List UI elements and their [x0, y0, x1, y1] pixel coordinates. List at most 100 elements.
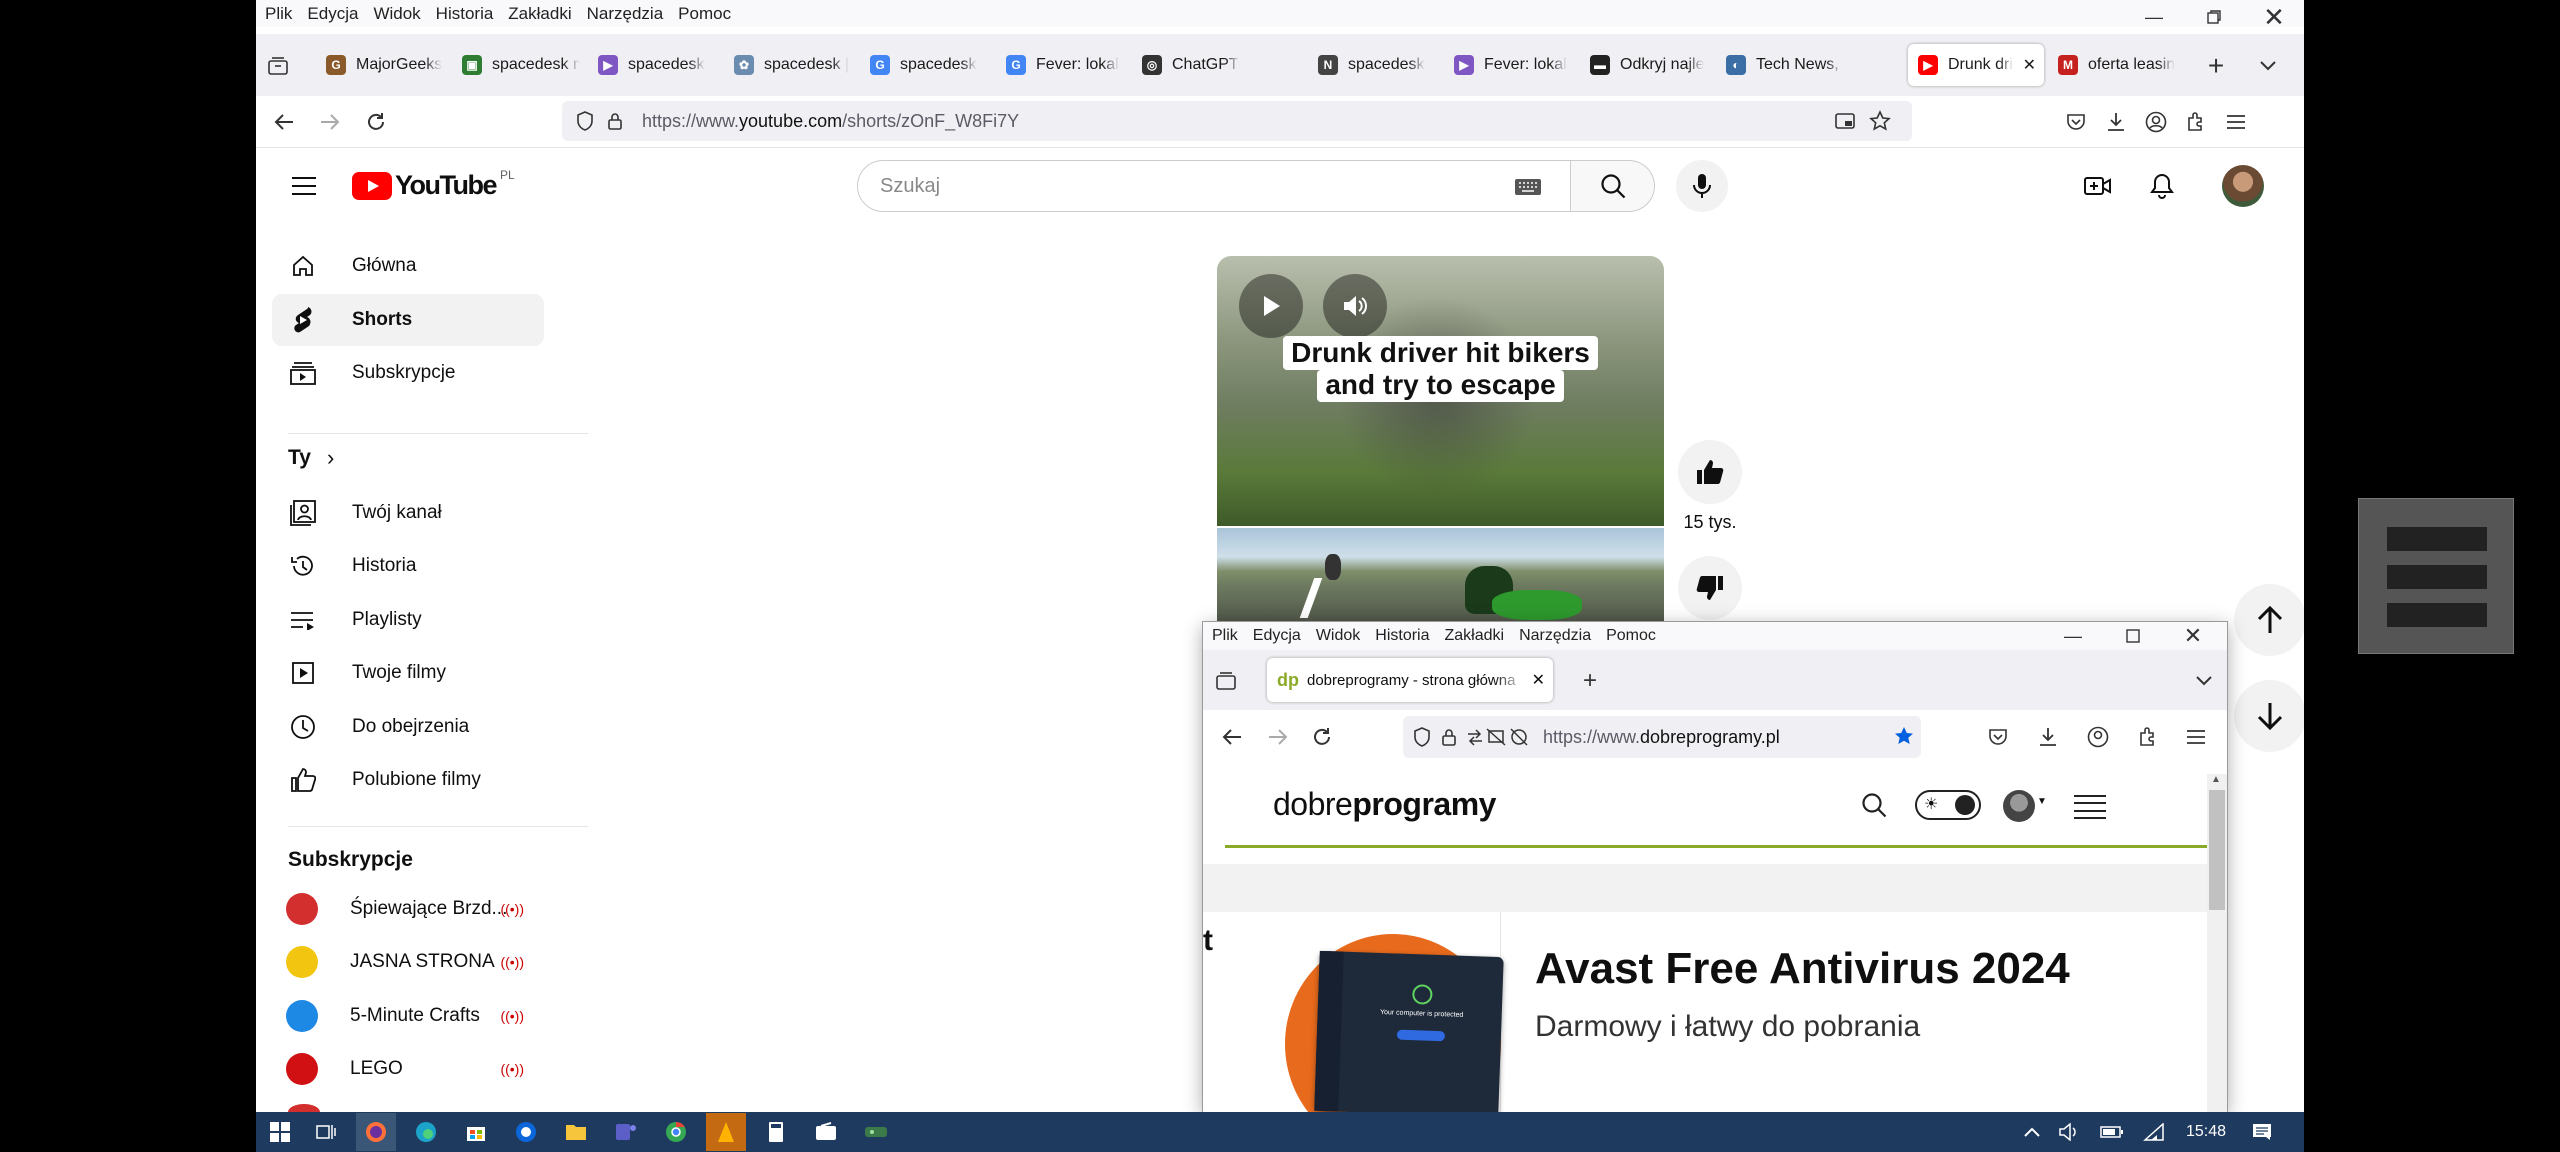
downloads-icon[interactable] — [2100, 106, 2132, 138]
dislike-button[interactable] — [1678, 556, 1742, 620]
short-video-player[interactable]: Drunk driver hit bikers and try to escap… — [1217, 256, 1664, 624]
dp-menu-icon[interactable] — [2073, 792, 2107, 822]
blue-app-taskbar-icon[interactable] — [506, 1113, 546, 1151]
search-button[interactable] — [1571, 160, 1655, 212]
browser-tab[interactable]: ✿ spacedesk | — [724, 44, 852, 86]
popup-menu-zakladki[interactable]: Zakładki — [1445, 627, 1505, 645]
battery-tray-icon[interactable] — [2092, 1113, 2132, 1151]
dp-search-icon[interactable] — [1859, 790, 1889, 820]
dp-avatar-caret-icon[interactable]: ▼ — [2037, 796, 2047, 807]
popup-account-icon[interactable] — [2083, 722, 2113, 752]
browser-tab[interactable]: ▶ Fever: lokal — [1444, 44, 1572, 86]
browser-tab[interactable]: ▶ spacedesk — [588, 44, 716, 86]
edge-taskbar-icon[interactable] — [406, 1113, 446, 1151]
browser-tab[interactable]: ▣ spacedesk n — [452, 44, 580, 86]
popup-forward-icon[interactable] — [1263, 722, 1293, 752]
popup-menu-edycja[interactable]: Edycja — [1253, 627, 1301, 645]
popup-extensions-icon[interactable] — [2133, 722, 2163, 752]
popup-bookmark-star-icon[interactable] — [1893, 725, 1915, 752]
browser-tab[interactable]: ◎ ChatGPT — [1132, 44, 1300, 86]
menu-edycja[interactable]: Edycja — [307, 4, 358, 24]
dp-user-avatar[interactable] — [2003, 790, 2035, 822]
sidebar-item-subscriptions[interactable]: Subskrypcje — [272, 347, 544, 399]
sidebar-item-home[interactable]: Główna — [272, 240, 544, 292]
tab-overview-icon[interactable] — [260, 48, 296, 84]
volume-button[interactable] — [1323, 274, 1387, 338]
floating-menu-button[interactable] — [2358, 498, 2514, 654]
teams-taskbar-icon[interactable] — [606, 1113, 646, 1151]
popup-minimize-icon[interactable]: — — [2043, 622, 2103, 650]
store-taskbar-icon[interactable] — [456, 1113, 496, 1151]
popup-pocket-icon[interactable] — [1983, 722, 2013, 752]
popup-lock-icon[interactable] — [1441, 728, 1457, 746]
calculator-taskbar-icon[interactable] — [756, 1113, 796, 1151]
popup-close-icon[interactable]: ✕ — [2163, 622, 2223, 650]
browser-tab[interactable]: Nspacedesk — [1308, 44, 1436, 86]
sidebar-you-header[interactable]: Ty › — [288, 445, 334, 471]
picture-in-picture-icon[interactable] — [1834, 111, 1856, 131]
new-tab-icon[interactable]: + — [2196, 46, 2236, 86]
green-app-taskbar-icon[interactable] — [856, 1113, 896, 1151]
avatar[interactable] — [2222, 165, 2264, 207]
browser-tab[interactable]: Gspacedesk — [860, 44, 988, 86]
next-short-button[interactable] — [2234, 680, 2304, 752]
popup-menu-plik[interactable]: Plik — [1212, 627, 1238, 645]
subscription-item[interactable]: 5-Minute Crafts ((•)) — [272, 990, 544, 1042]
scroll-up-icon[interactable]: ▲ — [2211, 774, 2221, 785]
vlc-taskbar-icon[interactable] — [706, 1113, 746, 1151]
popup-menu-historia[interactable]: Historia — [1375, 627, 1429, 645]
browser-tab[interactable]: ▶ Drunk dri ✕ — [1908, 44, 2044, 86]
browser-tab[interactable]: G Fever: lokal — [996, 44, 1124, 86]
extensions-icon[interactable] — [2180, 106, 2212, 138]
avast-app-screenshot[interactable]: Your computer is protected — [1314, 950, 1504, 1112]
browser-tab[interactable]: ◐ Tech News, I — [1716, 44, 1844, 86]
shield-icon[interactable] — [568, 111, 602, 131]
popup-back-icon[interactable] — [1217, 722, 1247, 752]
browser-tab[interactable]: ▬ Odkryj najle — [1580, 44, 1708, 86]
popup-scrollbar[interactable]: ▲ — [2207, 774, 2227, 1112]
sidebar-item-video[interactable]: Twoje filmy — [272, 647, 544, 699]
popup-new-tab-icon[interactable]: + — [1575, 666, 1605, 696]
show-hidden-icons-chevron-up-icon[interactable] — [2012, 1113, 2052, 1151]
popup-permissions-icon[interactable] — [1467, 728, 1529, 746]
url-bar[interactable]: https://www.youtube.com/shorts/zOnF_W8Fi… — [562, 101, 1912, 141]
taskbar-clock[interactable]: 15:48 — [2176, 1113, 2236, 1151]
app-menu-icon[interactable] — [2220, 106, 2252, 138]
popup-menu-pomoc[interactable]: Pomoc — [1606, 627, 1656, 645]
like-button[interactable] — [1678, 440, 1742, 504]
scrollbar-thumb[interactable] — [2209, 790, 2225, 910]
wifi-tray-icon[interactable] — [2134, 1113, 2174, 1151]
create-button[interactable] — [2078, 166, 2118, 206]
list-tabs-chevron-down-icon[interactable] — [2248, 46, 2288, 86]
reload-icon[interactable] — [358, 104, 394, 140]
sidebar-item-shorts[interactable]: Shorts — [272, 294, 544, 346]
popup-reload-icon[interactable] — [1307, 722, 1337, 752]
popup-tab-overview-icon[interactable] — [1211, 666, 1241, 696]
lock-icon[interactable] — [602, 112, 628, 130]
dark-mode-toggle[interactable]: ☀ — [1915, 790, 1981, 820]
minimize-icon[interactable]: — — [2124, 0, 2184, 34]
sidebar-item-playlist[interactable]: Playlisty — [272, 594, 544, 646]
voice-search-button[interactable] — [1676, 160, 1728, 212]
sidebar-item-history[interactable]: Historia — [272, 540, 544, 592]
popup-url-bar[interactable]: https://www.dobreprogramy.pl — [1403, 716, 1921, 758]
popup-maximize-icon[interactable] — [2103, 622, 2163, 650]
popup-shield-icon[interactable] — [1413, 727, 1431, 747]
popup-app-menu-icon[interactable] — [2181, 722, 2211, 752]
notifications-tray-icon[interactable] — [2242, 1113, 2282, 1151]
close-window-icon[interactable]: ✕ — [2244, 0, 2304, 34]
back-icon[interactable] — [266, 104, 302, 140]
menu-historia[interactable]: Historia — [436, 4, 494, 24]
menu-zakladki[interactable]: Zakładki — [508, 4, 571, 24]
sidebar-item-watch-later[interactable]: Do obejrzenia — [272, 701, 544, 753]
guide-menu-icon[interactable] — [282, 168, 326, 204]
windows-start-icon[interactable] — [260, 1113, 300, 1151]
menu-pomoc[interactable]: Pomoc — [678, 4, 731, 24]
menu-widok[interactable]: Widok — [373, 4, 420, 24]
subscription-item[interactable]: Śpiewające Brzd... ((•)) — [272, 883, 544, 935]
volume-tray-icon[interactable] — [2050, 1113, 2090, 1151]
keyboard-icon[interactable] — [1512, 177, 1544, 197]
snipping-tool-taskbar-icon[interactable] — [806, 1113, 846, 1151]
browser-tab[interactable]: G MajorGeeks — [316, 44, 444, 86]
notifications-button[interactable] — [2142, 166, 2182, 206]
